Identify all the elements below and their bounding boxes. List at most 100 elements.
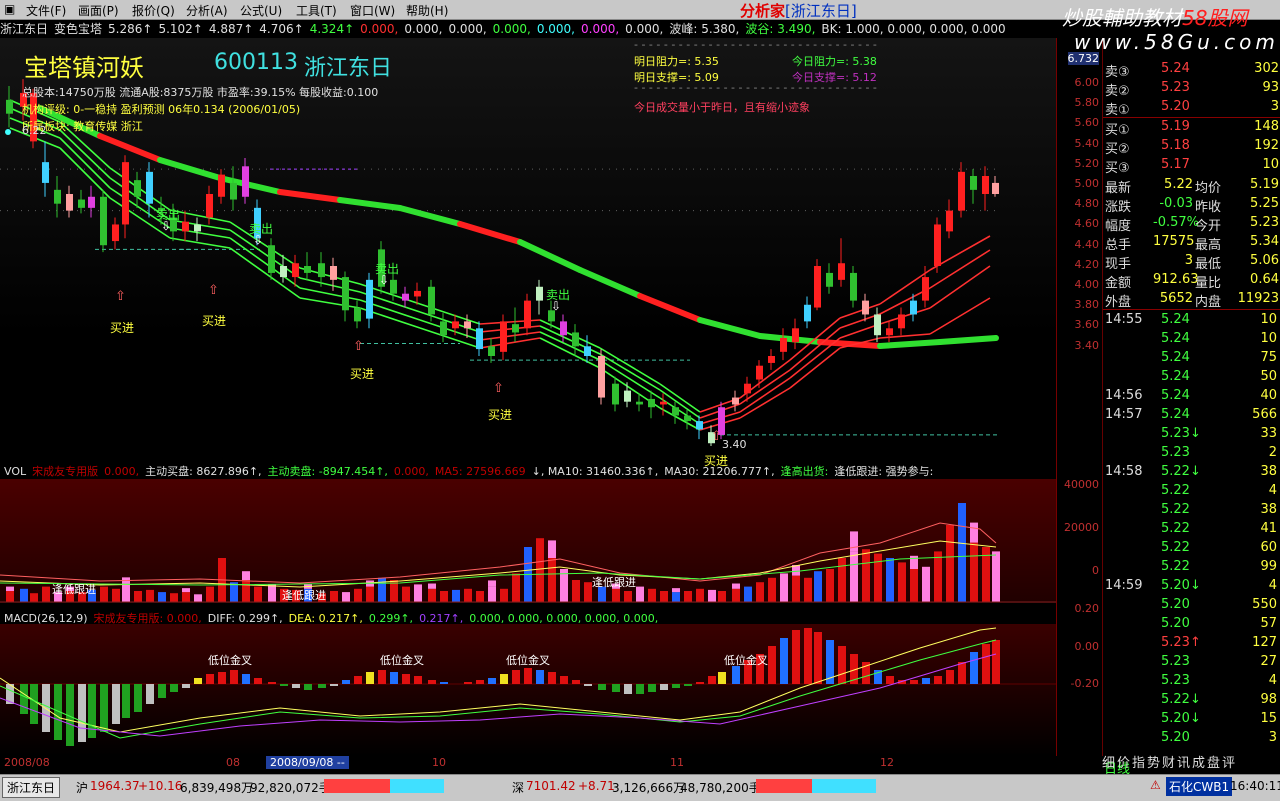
- candlestick: [242, 158, 249, 204]
- scroll-ticker[interactable]: 石化CWB1: [1166, 777, 1233, 796]
- sz-change: +8.71: [578, 779, 615, 793]
- volume-bar: [718, 591, 726, 602]
- candlestick: [958, 162, 965, 218]
- volume-bar: [660, 591, 668, 602]
- quote-cell: 912.63: [1153, 272, 1199, 287]
- macd-bar: [768, 646, 776, 684]
- sh-label: 沪: [76, 781, 89, 795]
- sh-change: +10.16: [138, 779, 183, 793]
- buy-arrow-icon: ⇧: [353, 339, 364, 354]
- macd-bar: [464, 682, 472, 684]
- quote-cell: 5.20: [1161, 99, 1190, 114]
- volume-bar: [744, 586, 752, 602]
- stat-row: 幅度 -0.57% 今开 5.23: [1103, 214, 1280, 234]
- volume-bar: [584, 582, 592, 602]
- menu-formula[interactable]: 公式(U): [240, 2, 282, 19]
- volume-stat: 0.000,: [393, 465, 429, 478]
- macd-bar: [414, 676, 422, 684]
- quote-cell: 302: [1254, 61, 1279, 76]
- buy-arrow-icon: ⇧: [115, 289, 126, 304]
- macd-panel[interactable]: MACD(26,12,9) 宋成友专用版: 0.000, DIFF: 0.299↑,…: [0, 608, 1056, 756]
- volume-bar: [898, 562, 906, 602]
- macd-bar: [254, 678, 262, 684]
- menu-tools[interactable]: 工具(T): [296, 2, 337, 19]
- macd-bar: [292, 684, 300, 688]
- menu-analysis[interactable]: 分析(A): [186, 2, 228, 19]
- macd-bar: [958, 662, 966, 684]
- macd-bar: [660, 684, 668, 690]
- candlestick: [122, 155, 129, 239]
- menu-quote[interactable]: 报价(Q): [132, 2, 175, 19]
- brand-name: 分析家: [740, 2, 786, 20]
- quote-cell: 41: [1260, 521, 1277, 536]
- quote-cell: 5.34: [1250, 234, 1279, 249]
- quote-cell: 14:56: [1105, 388, 1143, 403]
- macd-bar: [970, 652, 978, 684]
- candlestick: [862, 293, 869, 322]
- quote-cell: 5.19: [1161, 119, 1190, 134]
- volume-stat: 主动卖盘: -8947.454↑,: [267, 465, 388, 478]
- volume-chart-canvas: [0, 479, 1056, 603]
- quote-cell: 11923: [1237, 291, 1279, 306]
- price-tick: 4.40: [1074, 237, 1100, 251]
- stat-row: 现手 3 最低 5.06: [1103, 252, 1280, 272]
- volume-bar: [992, 551, 1000, 602]
- stock-tab[interactable]: 浙江东日: [2, 777, 61, 798]
- quote-cell: 10: [1260, 331, 1277, 346]
- resist-tomorrow: 明日阻力=: 5.35: [634, 55, 719, 68]
- candlestick: [768, 349, 775, 370]
- main-ma-line: [97, 133, 163, 163]
- candlestick: [512, 307, 519, 343]
- volume-panel[interactable]: VOL 宋成友专用版 0.000, 主动买盘: 8627.896↑, 主动卖盘: -89…: [0, 463, 1056, 608]
- volume-bar: [684, 591, 692, 602]
- quote-cell: 涨跌: [1105, 200, 1132, 215]
- app-brand: 分析家[浙江东日]: [740, 2, 857, 20]
- quote-cell: 5.22: [1164, 177, 1193, 192]
- volume-bar: [922, 566, 930, 602]
- bid-row: 买③ 5.17 10: [1103, 156, 1280, 176]
- menu-file[interactable]: 文件(F): [26, 2, 66, 19]
- volume-bar: [206, 586, 214, 602]
- quote-cell: 外盘: [1105, 295, 1132, 310]
- quote-cell: 5.23↑: [1161, 635, 1201, 650]
- macd-stat: DIFF: 0.299↑,: [207, 612, 283, 625]
- quote-cell: 5.23↓: [1161, 426, 1201, 441]
- candlestick: [54, 176, 61, 218]
- quote-cell: 98: [1260, 692, 1277, 707]
- indicator-value: 5.286↑: [108, 22, 153, 36]
- main-ma-line: [877, 339, 943, 349]
- macd-bar: [100, 684, 108, 732]
- price-tick: 3.60: [1074, 318, 1100, 332]
- menu-view[interactable]: 画面(P): [78, 2, 119, 19]
- macd-bar: [648, 684, 656, 692]
- price-tick: 6.00: [1074, 76, 1100, 89]
- tick-row: 5.22 38: [1103, 501, 1280, 519]
- candlestick: [804, 296, 811, 329]
- macd-stat: 0.217↑,: [419, 612, 464, 625]
- volume-bar: [134, 591, 142, 602]
- indicator-value: 0.000,: [625, 22, 664, 36]
- quote-cell: 57: [1260, 616, 1277, 631]
- indicator-value: 0.000,: [448, 22, 487, 36]
- macd-bar: [20, 684, 28, 714]
- quote-cell: 5.19: [1250, 177, 1279, 192]
- volume-bar: [500, 588, 508, 602]
- app-icon[interactable]: ▣: [4, 2, 15, 16]
- quote-tabs[interactable]: 日线 细价指势财讯成盘评: [1102, 756, 1280, 777]
- menu-window[interactable]: 窗口(W): [350, 2, 395, 19]
- tick-row: 5.20↓ 15: [1103, 710, 1280, 728]
- volume-bar: [636, 586, 644, 602]
- tick-row: 14:56 5.24 40: [1103, 387, 1280, 405]
- price-tick: 5.40: [1074, 136, 1100, 150]
- price-tick: 3.80: [1074, 298, 1100, 312]
- golden-cross-label: 低位金叉: [208, 654, 252, 667]
- watermark-text-a: 炒股輔助教材: [1062, 6, 1182, 30]
- price-chart[interactable]: ⇧ ⇧ ⇧ ⇧ ⇧ ⇩ ⇩ ⇩ ⇩ 宝塔镇河妖 600113 浙江东日 总股本:14750万股 …: [0, 38, 1056, 468]
- menu-help[interactable]: 帮助(H): [406, 2, 448, 19]
- quote-tab-strip[interactable]: 细价指势财讯成盘评: [1102, 752, 1237, 771]
- sh-volume: 6,839,498万: [180, 781, 254, 795]
- volume-bar: [100, 586, 108, 602]
- volume-bar: [268, 584, 276, 602]
- candlestick: [134, 171, 141, 208]
- tick-row: 5.23 4: [1103, 672, 1280, 690]
